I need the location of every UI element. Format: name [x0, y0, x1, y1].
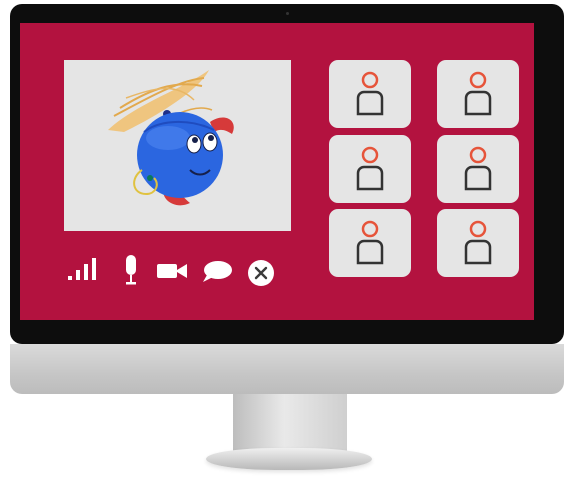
monitor-stand-neck: [233, 394, 347, 452]
main-video-tile[interactable]: [64, 60, 291, 231]
participant-tile-2[interactable]: [437, 60, 519, 128]
participant-tile-6[interactable]: [437, 209, 519, 277]
participant-tile-1[interactable]: [329, 60, 411, 128]
webcam-dot: [286, 12, 289, 15]
participant-tile-3[interactable]: [329, 135, 411, 203]
chat-bubble-icon[interactable]: [201, 260, 233, 284]
person-icon: [356, 146, 384, 191]
monitor-stand-base: [206, 448, 372, 470]
monitor-chin: [10, 344, 564, 394]
person-icon: [356, 71, 384, 116]
person-icon: [464, 220, 492, 265]
person-icon: [464, 71, 492, 116]
signal-strength-icon[interactable]: [66, 256, 100, 282]
propeller-ball-character-icon: [108, 70, 234, 206]
participant-tile-5[interactable]: [329, 209, 411, 277]
end-call-icon[interactable]: [246, 258, 276, 288]
person-icon: [464, 146, 492, 191]
video-camera-icon[interactable]: [156, 262, 188, 280]
person-icon: [356, 220, 384, 265]
participant-tile-4[interactable]: [437, 135, 519, 203]
microphone-icon[interactable]: [123, 254, 139, 286]
